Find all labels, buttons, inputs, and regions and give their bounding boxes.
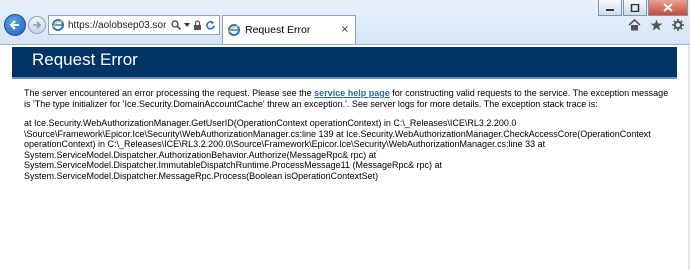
close-window-button[interactable] (648, 0, 688, 16)
window-controls (597, 0, 688, 16)
search-icon[interactable] (171, 20, 181, 30)
favorites-star-icon[interactable] (650, 19, 663, 31)
maximize-button[interactable] (623, 0, 647, 16)
forward-icon (33, 21, 42, 29)
error-message: The server encountered an error processi… (24, 88, 672, 109)
refresh-icon[interactable] (205, 20, 216, 31)
home-icon[interactable] (628, 19, 641, 31)
page-banner: Request Error (12, 47, 677, 79)
lock-icon[interactable] (193, 19, 202, 31)
maximize-icon (630, 3, 640, 12)
error-message-intro: The server encountered an error processi… (24, 88, 315, 98)
page-title: Request Error (32, 50, 138, 69)
stack-trace: at Ice.Security.WebAuthorizationManager.… (24, 118, 651, 181)
close-icon (663, 3, 673, 12)
dropdown-arrow-icon[interactable] (184, 22, 190, 28)
browser-toolbar (628, 19, 684, 31)
address-bar[interactable]: https://aolobsep03.sonamet. (48, 15, 220, 35)
browser-chrome: https://aolobsep03.sonamet. Request Erro… (0, 0, 690, 45)
forward-button[interactable] (28, 16, 46, 34)
back-button[interactable] (4, 14, 26, 36)
back-icon (9, 20, 19, 30)
ie-tab-icon (227, 24, 241, 36)
address-text[interactable]: https://aolobsep03.sonamet. (68, 20, 166, 31)
error-content: The server encountered an error processi… (24, 88, 672, 190)
tab-title: Request Error (245, 24, 311, 36)
tab-close-button[interactable]: × (341, 25, 349, 35)
tools-gear-icon[interactable] (672, 19, 684, 31)
service-help-link[interactable]: service help page (314, 88, 390, 98)
ie-icon (51, 19, 65, 31)
tab-request-error[interactable]: Request Error × (222, 15, 356, 44)
minimize-icon (606, 8, 614, 11)
minimize-button[interactable] (598, 0, 622, 16)
